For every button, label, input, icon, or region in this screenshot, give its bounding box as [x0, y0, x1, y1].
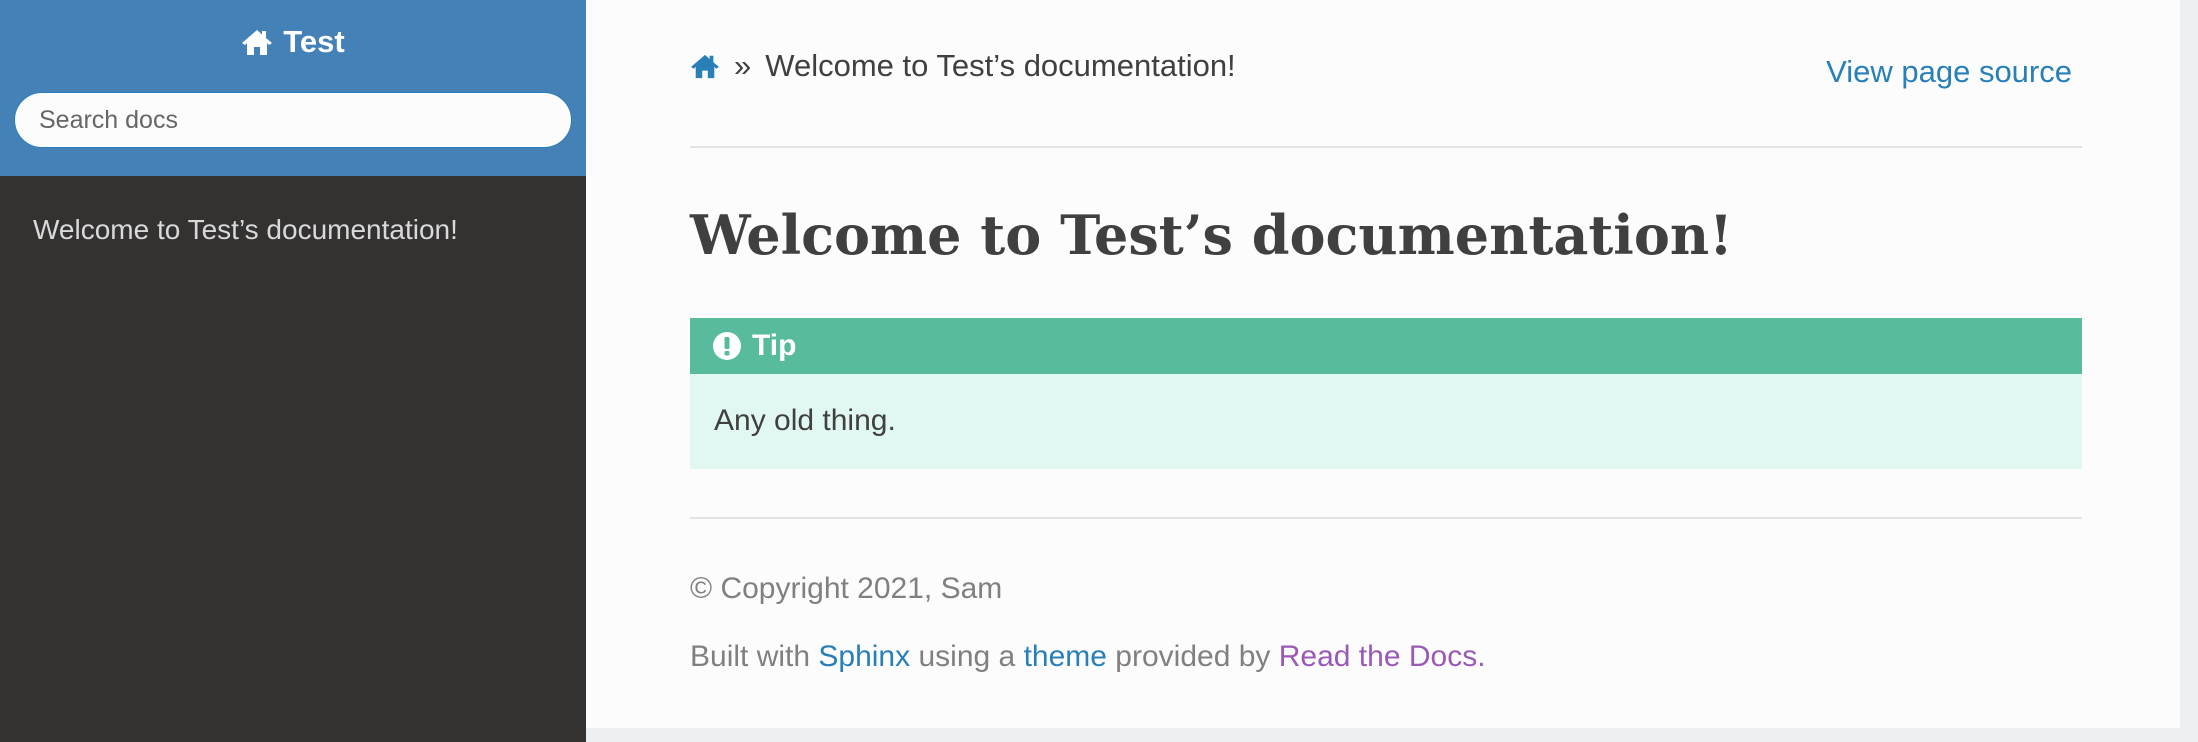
- footer-divider: [690, 517, 2082, 519]
- search-input[interactable]: [14, 92, 572, 148]
- sidebar-nav: Welcome to Test’s documentation!: [0, 176, 586, 250]
- main-content: » Welcome to Test’s documentation! View …: [586, 0, 2180, 728]
- project-name: Test: [283, 24, 345, 59]
- project-home-link[interactable]: Test: [241, 22, 345, 62]
- sidebar-header: Test: [0, 0, 586, 176]
- sidebar-item-welcome[interactable]: Welcome to Test’s documentation!: [33, 210, 553, 250]
- footer-period: .: [1477, 640, 1486, 673]
- breadcrumb-trail: » Welcome to Test’s documentation!: [690, 48, 1236, 84]
- exclamation-circle-icon: [713, 332, 741, 360]
- search-container: [0, 92, 586, 148]
- breadcrumb-separator: »: [734, 48, 752, 83]
- admonition-body: Any old thing.: [690, 374, 2082, 469]
- breadcrumb: » Welcome to Test’s documentation! View …: [690, 0, 2082, 148]
- read-the-docs-link[interactable]: Read the Docs: [1279, 640, 1477, 673]
- page-title: Welcome to Test’s documentation!: [690, 203, 1733, 267]
- sidebar: Test Welcome to Test’s documentation!: [0, 0, 586, 742]
- provided-by-text: provided by: [1115, 640, 1271, 673]
- built-with-line: Built with Sphinx using a theme provided…: [690, 640, 1486, 674]
- using-a-text: using a: [918, 640, 1016, 673]
- copyright-text: © Copyright 2021, Sam: [690, 572, 1003, 605]
- admonition-title: Tip: [690, 318, 2082, 374]
- home-icon: [242, 30, 273, 55]
- tip-admonition: Tip Any old thing.: [690, 318, 2082, 469]
- sphinx-link[interactable]: Sphinx: [818, 640, 910, 673]
- built-prefix: Built with: [690, 640, 811, 673]
- home-icon[interactable]: [690, 53, 720, 79]
- view-page-source-link[interactable]: View page source: [1826, 54, 2072, 90]
- breadcrumb-current: Welcome to Test’s documentation!: [765, 48, 1236, 83]
- admonition-title-text: Tip: [752, 329, 797, 362]
- theme-link[interactable]: theme: [1024, 640, 1107, 673]
- document: » Welcome to Test’s documentation! View …: [690, 0, 2082, 673]
